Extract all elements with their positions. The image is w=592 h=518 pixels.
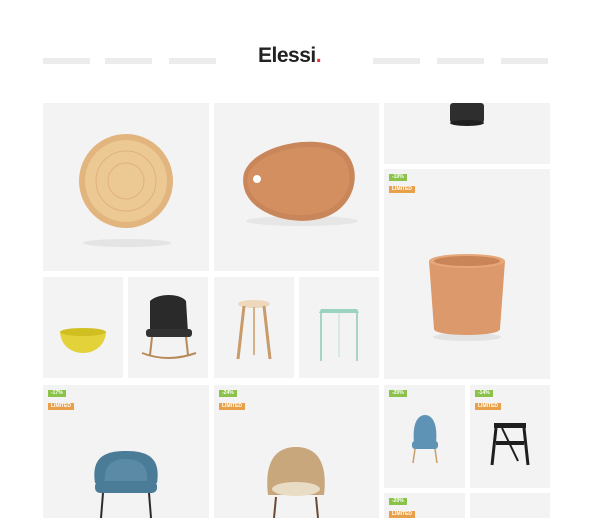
sale-badge: -24% — [219, 390, 237, 397]
nav-link-5[interactable] — [437, 58, 484, 64]
product-tile-wooden-tray[interactable] — [43, 103, 209, 271]
product-tile-black-vase[interactable] — [384, 103, 550, 164]
sale-badge: -20% — [389, 498, 407, 505]
wooden-tray-image — [79, 134, 173, 247]
wood-stool-image — [236, 300, 272, 360]
black-vase-image — [450, 103, 484, 126]
product-tile-bottom-right[interactable] — [470, 493, 550, 518]
nav-link-3[interactable] — [169, 58, 216, 64]
product-tile-bottom-left[interactable]: -20% LIMITED — [384, 493, 465, 518]
yellow-bowl-image — [60, 328, 106, 353]
product-tile-side-table[interactable] — [299, 277, 379, 378]
product-tile-wood-stool[interactable] — [214, 277, 294, 378]
nav-link-1[interactable] — [43, 58, 90, 64]
product-tile-small-blue-chair[interactable]: -20% — [384, 385, 465, 488]
cutting-board-image — [243, 141, 358, 226]
product-tile-cutting-board[interactable] — [214, 103, 379, 271]
nav-link-2[interactable] — [105, 58, 152, 64]
limited-badge: LIMITED — [48, 403, 74, 410]
logo-text: Elessi — [258, 44, 316, 67]
sale-badge: -14% — [475, 390, 493, 397]
rocking-chair-image — [141, 295, 197, 359]
product-tile-blue-velvet-chair[interactable]: -17% LIMITED — [43, 385, 209, 518]
site-logo[interactable]: Elessi. — [258, 44, 322, 68]
limited-badge: LIMITED — [389, 511, 415, 518]
top-navigation: Elessi. — [0, 0, 592, 98]
side-table-image — [319, 309, 359, 361]
nav-link-4[interactable] — [373, 58, 420, 64]
logo-dot: . — [315, 44, 322, 67]
sale-badge: -10% — [389, 174, 407, 181]
terracotta-pot-image — [429, 254, 505, 341]
nav-link-6[interactable] — [501, 58, 548, 64]
product-tile-step-stool[interactable]: -14% LIMITED — [470, 385, 550, 488]
product-tile-yellow-bowl[interactable] — [43, 277, 123, 378]
limited-badge: LIMITED — [475, 403, 501, 410]
product-tile-terracotta-pot[interactable]: -10% LIMITED — [384, 169, 550, 379]
product-tile-tan-armchair[interactable]: -24% LIMITED — [214, 385, 379, 518]
product-tile-rocking-chair[interactable] — [128, 277, 208, 378]
limited-badge: LIMITED — [219, 403, 245, 410]
small-blue-chair-image — [412, 415, 438, 464]
sale-badge: -20% — [389, 390, 407, 397]
limited-badge: LIMITED — [389, 186, 415, 193]
step-stool-image — [490, 423, 530, 466]
sale-badge: -17% — [48, 390, 66, 397]
